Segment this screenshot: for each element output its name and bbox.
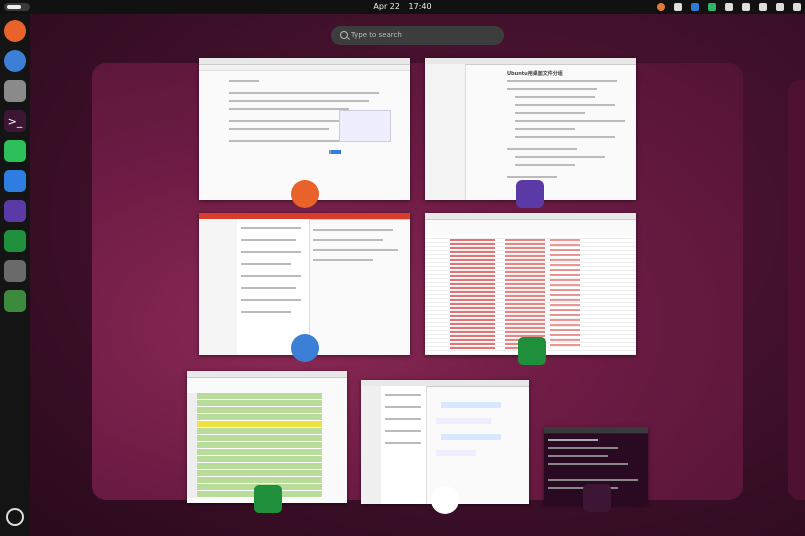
system-tray[interactable] — [657, 2, 801, 12]
window-spreadsheet-2[interactable] — [187, 371, 347, 503]
wifi-icon[interactable] — [742, 3, 750, 11]
spreadsheet-icon — [518, 337, 546, 365]
search-box[interactable]: Type to search — [331, 26, 504, 45]
date-label: Apr 22 — [373, 2, 400, 11]
dock: >_ — [0, 14, 30, 536]
thunderbird-icon — [291, 334, 319, 362]
power-icon[interactable] — [776, 3, 784, 11]
window-browser[interactable] — [199, 58, 410, 200]
search-icon — [340, 31, 348, 39]
next-workspace-preview[interactable] — [788, 80, 805, 500]
top-bar: Apr 22 17:40 — [0, 0, 805, 14]
bluetooth-icon[interactable] — [725, 3, 733, 11]
notes-heading: Ubuntu用桌面文件分组 — [507, 71, 563, 77]
window-notes[interactable]: Ubuntu用桌面文件分组 — [425, 58, 636, 200]
terminal-icon[interactable]: >_ — [4, 110, 26, 132]
obsidian-icon — [516, 180, 544, 208]
spreadsheet-icon[interactable] — [4, 230, 26, 252]
tray-app-icon[interactable] — [657, 3, 665, 11]
files-icon[interactable] — [4, 80, 26, 102]
terminal-icon — [583, 484, 611, 512]
tray-app-icon[interactable] — [708, 3, 716, 11]
firefox-icon — [291, 180, 319, 208]
tray-app-icon[interactable] — [674, 3, 682, 11]
spreadsheet-icon — [254, 485, 282, 513]
tray-app-icon[interactable] — [691, 3, 699, 11]
time-label: 17:40 — [408, 2, 432, 11]
trash-icon[interactable] — [4, 290, 26, 312]
firefox-icon[interactable] — [4, 20, 26, 42]
window-spreadsheet[interactable] — [425, 213, 636, 355]
volume-icon[interactable] — [759, 3, 767, 11]
usb-icon[interactable] — [4, 260, 26, 282]
wechat-icon[interactable] — [4, 140, 26, 162]
mail-icon — [431, 486, 459, 514]
search-placeholder: Type to search — [351, 31, 402, 39]
mail-icon[interactable] — [4, 170, 26, 192]
obsidian-icon[interactable] — [4, 200, 26, 222]
battery-icon[interactable] — [793, 3, 801, 11]
thunderbird-icon[interactable] — [4, 50, 26, 72]
apps-grid-icon[interactable] — [6, 508, 24, 526]
